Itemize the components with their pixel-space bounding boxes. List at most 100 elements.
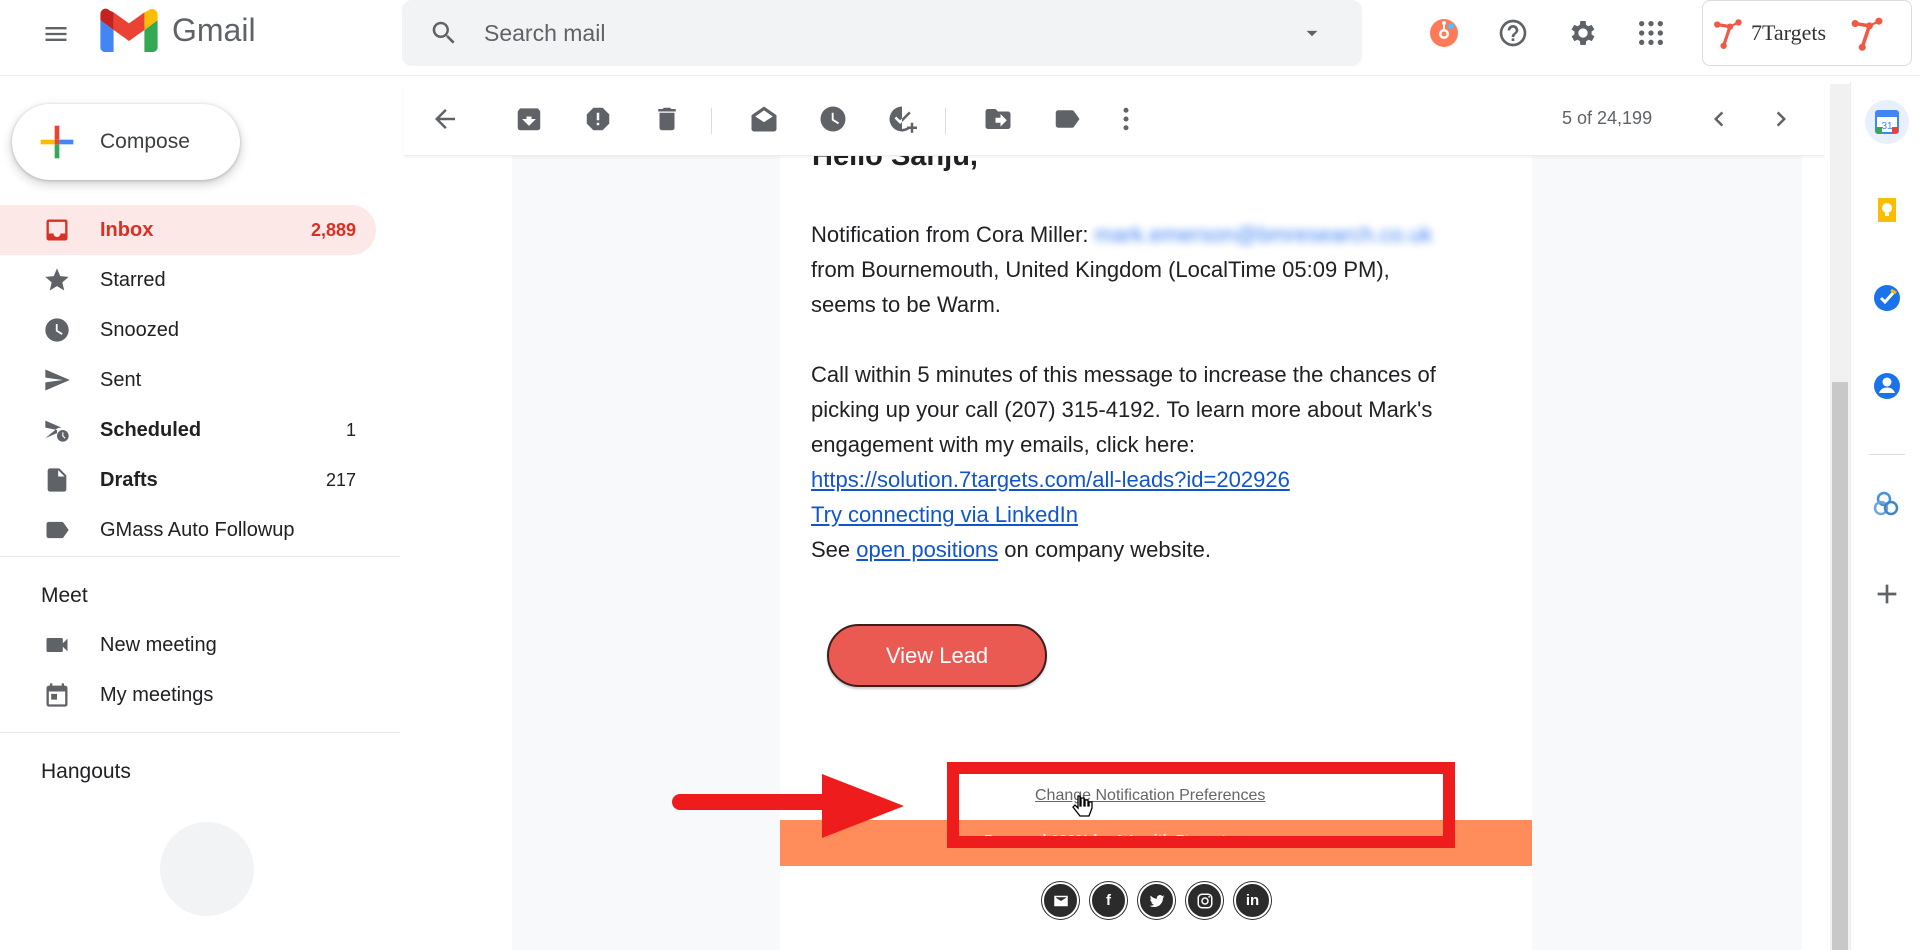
addon-app-icon[interactable] <box>1865 482 1909 526</box>
apps-grid-icon[interactable] <box>1630 12 1672 54</box>
unread-count: 2,889 <box>310 219 356 240</box>
google-keep-icon[interactable] <box>1865 188 1909 232</box>
sidebar-item-new-meeting[interactable]: New meeting <box>0 620 376 670</box>
top-header: Gmail 7Targets <box>0 0 1920 76</box>
clock-icon <box>40 313 74 347</box>
account-brand-switcher[interactable]: 7Targets <box>1702 0 1912 66</box>
hubspot-icon[interactable] <box>1423 12 1465 54</box>
sidebar-item-label: Snoozed <box>100 318 179 341</box>
sidebar-item-drafts[interactable]: Drafts 217 <box>0 455 376 505</box>
help-icon[interactable] <box>1492 12 1534 54</box>
sidebar-item-label: Inbox <box>100 218 154 241</box>
email-paragraph-1: Notification from Cora Miller: mark.emer… <box>811 217 1511 322</box>
side-panel: 31 <box>1850 82 1920 950</box>
twitter-icon[interactable] <box>1138 882 1175 919</box>
search-input[interactable] <box>484 19 1294 47</box>
instagram-icon[interactable] <box>1186 882 1223 919</box>
sidebar-item-inbox[interactable]: Inbox 2,889 <box>0 205 376 255</box>
label-tag-icon[interactable] <box>1046 98 1088 140</box>
call-line-3: engagement with my emails, click here: <box>811 432 1195 457</box>
side-panel-divider <box>1869 454 1905 455</box>
warmth-line: seems to be Warm. <box>811 292 1001 317</box>
sidebar-item-label: Sent <box>100 368 142 391</box>
call-line-1: Call within 5 minutes of this message to… <box>811 362 1436 387</box>
svg-text:31: 31 <box>1881 121 1893 132</box>
archive-icon[interactable] <box>508 98 550 140</box>
toolbar-separator <box>711 108 712 134</box>
brand-name: 7Targets <box>1751 20 1827 45</box>
back-arrow-icon[interactable] <box>424 98 466 140</box>
gmail-m-icon <box>100 8 158 52</box>
scheduled-send-icon <box>40 413 74 447</box>
sidebar-item-scheduled[interactable]: Scheduled 1 <box>0 405 376 455</box>
main-menu-icon[interactable] <box>38 16 74 52</box>
sidebar-item-starred[interactable]: Starred <box>0 255 376 305</box>
message-toolbar: 5 of 24,199 <box>404 82 1824 156</box>
facebook-icon[interactable]: f <box>1090 882 1127 919</box>
compose-label: Compose <box>100 130 190 153</box>
more-options-icon[interactable] <box>1105 98 1147 140</box>
newer-chevron-left-icon[interactable] <box>1698 98 1740 140</box>
sidebar-item-label: Starred <box>100 268 166 291</box>
sidebar-divider <box>0 732 400 733</box>
label-icon <box>40 513 74 547</box>
sidebar-item-label: Scheduled <box>100 418 202 441</box>
email-social-icon[interactable] <box>1042 882 1079 919</box>
sidebar-item-sent[interactable]: Sent <box>0 355 376 405</box>
7targets-avatar-icon <box>1851 17 1883 51</box>
annotation-arrow-icon <box>672 774 904 838</box>
search-bar[interactable] <box>402 0 1362 66</box>
sidebar-item-label: New meeting <box>100 633 217 656</box>
sidebar-nav: Inbox 2,889 Starred Snoozed Sent Schedul… <box>0 205 376 555</box>
videocam-icon <box>40 628 74 662</box>
older-chevron-right-icon[interactable] <box>1760 98 1802 140</box>
hand-cursor-icon <box>1072 795 1093 817</box>
7targets-logo-icon <box>1714 19 1742 49</box>
sidebar-item-gmass-auto-followup[interactable]: GMass Auto Followup <box>0 505 376 555</box>
draft-file-icon <box>40 463 74 497</box>
sidebar-divider <box>0 556 400 557</box>
toolbar-separator <box>945 108 946 134</box>
settings-gear-icon[interactable] <box>1562 12 1604 54</box>
inbox-icon <box>40 213 74 247</box>
lead-url-link[interactable]: https://solution.7targets.com/all-leads?… <box>811 467 1290 492</box>
snooze-clock-icon[interactable] <box>812 98 854 140</box>
item-count: 1 <box>345 419 356 440</box>
gmail-logo[interactable]: Gmail <box>100 8 256 52</box>
google-contacts-icon[interactable] <box>1865 364 1909 408</box>
lead-email-blurred[interactable]: mark.emerson@bmresearch.co.uk <box>1095 217 1433 252</box>
add-addon-plus-icon[interactable] <box>1865 572 1909 616</box>
mark-unread-icon[interactable] <box>743 98 785 140</box>
open-positions-link[interactable]: open positions <box>856 537 998 562</box>
email-paragraph-2: Call within 5 minutes of this message to… <box>811 357 1511 567</box>
sidebar-item-snoozed[interactable]: Snoozed <box>0 305 376 355</box>
item-count: 217 <box>325 469 356 490</box>
sidebar-item-my-meetings[interactable]: My meetings <box>0 670 376 720</box>
sidebar-item-label: Drafts <box>100 468 158 491</box>
view-lead-button[interactable]: View Lead <box>827 624 1047 687</box>
sidebar-item-label: My meetings <box>100 683 214 706</box>
see-suffix: on company website. <box>1004 537 1211 562</box>
search-options-icon[interactable] <box>1294 15 1330 51</box>
search-icon[interactable] <box>426 15 462 51</box>
linkedin-icon[interactable]: in <box>1234 882 1271 919</box>
add-to-tasks-icon[interactable] <box>881 98 923 140</box>
annotation-highlight-box <box>947 762 1455 848</box>
report-spam-icon[interactable] <box>577 98 619 140</box>
meet-nav: New meeting My meetings <box>0 620 376 720</box>
social-links: f in <box>1042 882 1271 919</box>
delete-trash-icon[interactable] <box>646 98 688 140</box>
linkedin-link[interactable]: Try connecting via LinkedIn <box>811 502 1078 527</box>
message-pager: 5 of 24,199 <box>1562 108 1653 128</box>
google-tasks-icon[interactable] <box>1865 276 1909 320</box>
sidebar-item-label: GMass Auto Followup <box>100 518 295 541</box>
compose-plus-icon <box>40 125 74 159</box>
move-to-folder-icon[interactable] <box>977 98 1019 140</box>
email-scrollbar-thumb[interactable] <box>1832 382 1848 950</box>
hangouts-section-title: Hangouts <box>41 760 131 783</box>
compose-button[interactable]: Compose <box>12 104 240 180</box>
meet-section-title: Meet <box>41 584 88 607</box>
send-icon <box>40 363 74 397</box>
star-icon <box>40 263 74 297</box>
google-calendar-icon[interactable]: 31 <box>1865 100 1909 144</box>
